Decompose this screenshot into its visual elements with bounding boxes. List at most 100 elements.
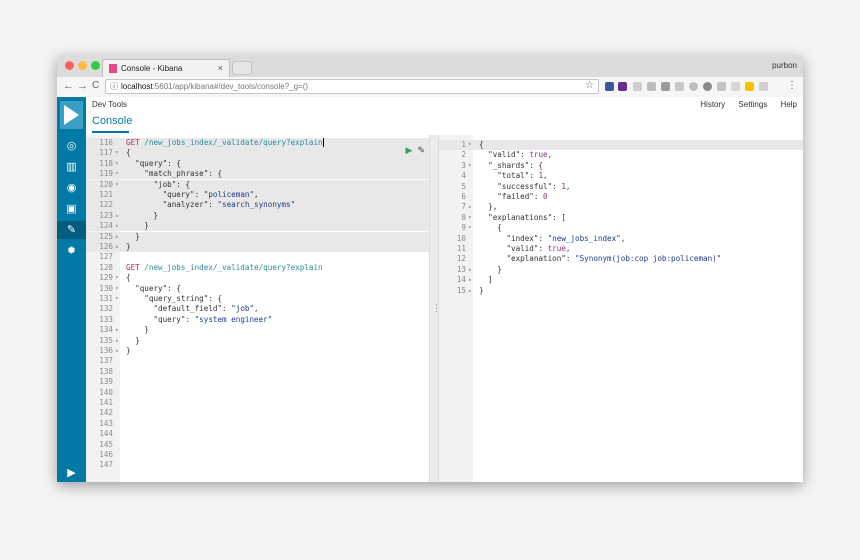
shield-icon[interactable]: ◉ xyxy=(57,179,86,197)
fold-toggle-icon[interactable]: ▴ xyxy=(468,202,472,212)
fold-toggle-icon[interactable]: ▾ xyxy=(468,161,472,171)
panel-resizer[interactable]: ⋮ xyxy=(429,135,441,482)
extension-icon-4[interactable] xyxy=(647,82,656,91)
output-line[interactable]: 5 "successful": 1, xyxy=(439,182,803,192)
editor-line[interactable]: 131 ▾ "query_string": { xyxy=(86,294,429,304)
fold-toggle-icon[interactable]: ▾ xyxy=(115,159,119,169)
editor-line[interactable]: 122 "analyzer": "search_synonyms" xyxy=(86,200,429,211)
fold-toggle-icon[interactable]: ▴ xyxy=(115,232,119,242)
output-line[interactable]: 2 "valid": true, xyxy=(439,150,803,160)
editor-line[interactable]: 129 ▾ { xyxy=(86,273,429,283)
new-tab-button[interactable] xyxy=(232,61,252,75)
fold-toggle-icon[interactable]: ▾ xyxy=(115,284,119,294)
editor-line[interactable]: 120 ▾ "job": { xyxy=(86,179,429,190)
kibana-logo-icon[interactable] xyxy=(60,101,83,129)
tab-console[interactable]: Console xyxy=(92,115,132,127)
output-line[interactable]: 10 "index": "new_jobs_index", xyxy=(439,234,803,244)
editor-line[interactable]: 126 ▴} xyxy=(86,241,429,253)
fold-toggle-icon[interactable]: ▴ xyxy=(115,221,119,231)
browser-tab[interactable]: Console - Kibana × xyxy=(102,59,230,77)
editor-line[interactable]: 124 ▴ } xyxy=(86,221,429,232)
bar-chart-icon[interactable]: ▥ xyxy=(57,158,86,176)
gear-icon[interactable]: ✹ xyxy=(57,242,86,260)
editor-line[interactable]: 140 xyxy=(86,388,429,398)
url-input[interactable]: ⓘ localhost:5601/app/kibana#/dev_tools/c… xyxy=(105,79,599,94)
maximize-window-button[interactable] xyxy=(91,61,100,70)
editor-line[interactable]: 135 ▴ } xyxy=(86,336,429,346)
editor-line[interactable]: 147 xyxy=(86,460,429,470)
fold-toggle-icon[interactable]: ▾ xyxy=(115,180,119,190)
play-icon[interactable]: ▶ xyxy=(57,464,86,482)
fold-toggle-icon[interactable]: ▴ xyxy=(115,211,119,221)
extension-icon-7[interactable] xyxy=(689,82,698,91)
output-line[interactable]: 12 "explanation": "Synonym(job:cop job:p… xyxy=(439,254,803,264)
extension-icon-2[interactable] xyxy=(618,82,627,91)
extension-icon-8[interactable] xyxy=(703,82,712,91)
extension-icon-9[interactable] xyxy=(717,82,726,91)
editor-line[interactable]: 121 "query": "policeman", xyxy=(86,189,429,201)
bookmark-star-icon[interactable]: ☆ xyxy=(585,80,594,91)
output-line[interactable]: 8 ▾ "explanations": [ xyxy=(439,213,803,223)
back-icon[interactable]: ← xyxy=(63,80,74,92)
fold-toggle-icon[interactable]: ▾ xyxy=(468,140,472,150)
fold-toggle-icon[interactable]: ▴ xyxy=(468,265,472,275)
output-line[interactable]: 13 ▴ } xyxy=(439,265,803,275)
output-line[interactable]: 6 "failed": 0 xyxy=(439,192,803,202)
extension-icon-1[interactable] xyxy=(605,82,614,91)
extension-icon-5[interactable] xyxy=(661,82,670,91)
editor-line[interactable]: 138 xyxy=(86,367,429,377)
compass-icon[interactable]: ◎ xyxy=(57,137,86,155)
fold-toggle-icon[interactable]: ▴ xyxy=(468,286,472,296)
breadcrumb[interactable]: Dev Tools xyxy=(92,100,127,109)
editor-line[interactable]: 125 ▴ } xyxy=(86,231,429,242)
editor-line[interactable]: 142 xyxy=(86,408,429,418)
editor-line[interactable]: 144 xyxy=(86,429,429,439)
extension-icon-6[interactable] xyxy=(675,82,684,91)
request-editor[interactable]: 115116GET /new_jobs_index/_validate/quer… xyxy=(86,135,429,482)
editor-line[interactable]: 116 GET /new_jobs_index/_validate/query?e… xyxy=(86,137,429,149)
extension-icon-12[interactable] xyxy=(759,82,768,91)
editor-line[interactable]: 133 "query": "system engineer" xyxy=(86,315,429,325)
minimize-window-button[interactable] xyxy=(78,61,87,70)
fold-toggle-icon[interactable]: ▾ xyxy=(115,148,119,158)
output-line[interactable]: 9 ▾ { xyxy=(439,223,803,233)
editor-line[interactable]: 141 xyxy=(86,398,429,408)
fold-toggle-icon[interactable]: ▾ xyxy=(115,169,119,179)
history-link[interactable]: History xyxy=(700,100,725,109)
output-line[interactable]: 3 ▾ "_shards": { xyxy=(439,161,803,171)
editor-line[interactable]: 139 xyxy=(86,377,429,387)
editor-line[interactable]: 145 xyxy=(86,440,429,450)
response-output[interactable]: 1 ▾{2 "valid": true, 3 ▾ "_shards": {4 "tot… xyxy=(439,135,803,482)
extension-icon-3[interactable] xyxy=(633,82,642,91)
fold-toggle-icon[interactable]: ▴ xyxy=(115,242,119,252)
editor-line[interactable]: 127 xyxy=(86,252,429,262)
output-line[interactable]: 15 ▴} xyxy=(439,286,803,296)
profile-name[interactable]: purbon xyxy=(772,61,797,70)
editor-line[interactable]: 118 ▾ "query": { xyxy=(86,158,429,170)
output-line[interactable]: 14 ▴ ] xyxy=(439,275,803,285)
editor-line[interactable]: 123 ▴ } xyxy=(86,210,429,222)
extension-icon-10[interactable] xyxy=(731,82,740,91)
fold-toggle-icon[interactable]: ▾ xyxy=(115,273,119,283)
editor-line[interactable]: 137 xyxy=(86,356,429,366)
output-line[interactable]: 7 ▴ }, xyxy=(439,202,803,212)
forward-icon[interactable]: → xyxy=(77,80,88,92)
editor-line[interactable]: 146 xyxy=(86,450,429,460)
help-link[interactable]: Help xyxy=(781,100,797,109)
settings-link[interactable]: Settings xyxy=(738,100,767,109)
fold-toggle-icon[interactable]: ▴ xyxy=(115,346,119,356)
fold-toggle-icon[interactable]: ▴ xyxy=(115,336,119,346)
send-request-icon[interactable]: ▶ xyxy=(406,145,413,155)
editor-line[interactable]: 128 GET /new_jobs_index/_validate/query?e… xyxy=(86,263,429,273)
safe-icon[interactable]: ▣ xyxy=(57,200,86,218)
reload-icon[interactable]: C xyxy=(92,80,99,91)
fold-toggle-icon[interactable]: ▾ xyxy=(468,213,472,223)
editor-line[interactable]: 117 ▾ { xyxy=(86,148,429,159)
fold-toggle-icon[interactable]: ▾ xyxy=(115,294,119,304)
close-window-button[interactable] xyxy=(65,61,74,70)
fold-toggle-icon[interactable]: ▴ xyxy=(468,275,472,285)
output-line[interactable]: 4 "total": 1, xyxy=(439,171,803,181)
editor-line[interactable]: 132 "default_field": "job", xyxy=(86,304,429,314)
fold-toggle-icon[interactable]: ▴ xyxy=(115,325,119,335)
editor-line[interactable]: 130 ▾ "query": { xyxy=(86,284,429,294)
